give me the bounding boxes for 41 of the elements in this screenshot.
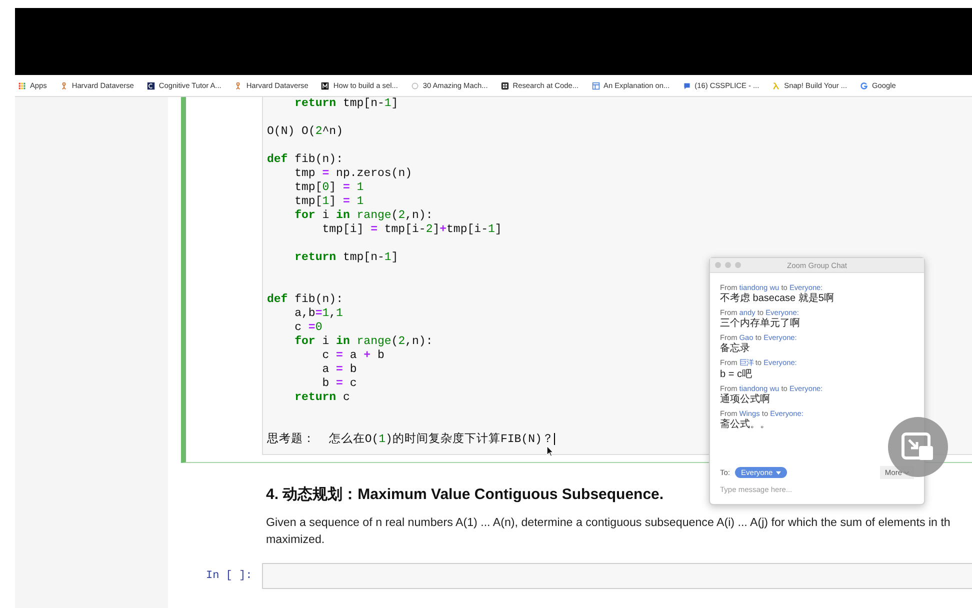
- section-heading: 4. 动态规划：Maximum Value Contiguous Subsequence.: [266, 485, 664, 504]
- paragraph: Given a sequence of n real numbers A(1) ... A(n), determine a contiguous subsequence A(i) ... A(j) for which the sum of elements in th maximized.: [266, 515, 950, 548]
- code-line: a,b=1,1: [294, 307, 343, 321]
- ring-icon: [410, 82, 419, 90]
- mouse-pointer-icon: [546, 445, 554, 457]
- code-input-field[interactable]: [262, 563, 972, 589]
- code-line: for i in range(2,n):: [294, 209, 433, 223]
- message-text: 备忘录: [720, 342, 751, 355]
- code-line: a = b: [321, 363, 357, 377]
- code-line: tmp[1] = 1: [294, 195, 364, 209]
- chat-icon: [682, 82, 691, 90]
- code-line: for i in range(2,n):: [294, 335, 433, 349]
- code-line: return tmp[n-1]: [294, 251, 398, 265]
- message-text: b = c吧: [720, 368, 753, 381]
- cell-prompt: In [ ]:: [206, 570, 254, 582]
- apps-grid-icon: [18, 82, 26, 90]
- code-line: c = a + b: [321, 349, 384, 363]
- g-icon: [860, 82, 868, 90]
- message-text: 不考虑 basecase 就是5啊: [720, 292, 835, 305]
- figure-icon: [60, 82, 68, 90]
- square-icon: [146, 82, 155, 90]
- square-icon: [321, 82, 330, 90]
- figure-icon: [234, 82, 242, 90]
- code-line: b = c: [321, 377, 357, 391]
- window-icon: [592, 82, 600, 90]
- code-line: return tmp[n-1]: [294, 97, 398, 111]
- code-line: tmp[0] = 1: [294, 181, 364, 195]
- code-line: O(N) O(2^n): [267, 125, 343, 139]
- code-line: def fib(n):: [267, 293, 343, 307]
- code-line: tmp[i] = tmp[i-2]+tmp[i-1]: [321, 223, 502, 237]
- message-text: 通项公式啊: [720, 393, 771, 406]
- caret-icon: [776, 470, 781, 474]
- square-icon: [500, 82, 509, 90]
- code-line: c =0: [294, 321, 322, 335]
- code-line: tmp = np.zeros(n): [294, 167, 412, 181]
- code-line: def fib(n):: [267, 153, 343, 167]
- code-line: 思考题： 怎么在O(1)的时间复杂度下计算FIB(N)？: [267, 433, 555, 447]
- code-line: return c: [294, 391, 350, 405]
- message-text: 斋公式。。: [720, 418, 771, 431]
- message-text: 三个内存单元了啊: [720, 317, 801, 330]
- lambda-icon: [772, 82, 780, 90]
